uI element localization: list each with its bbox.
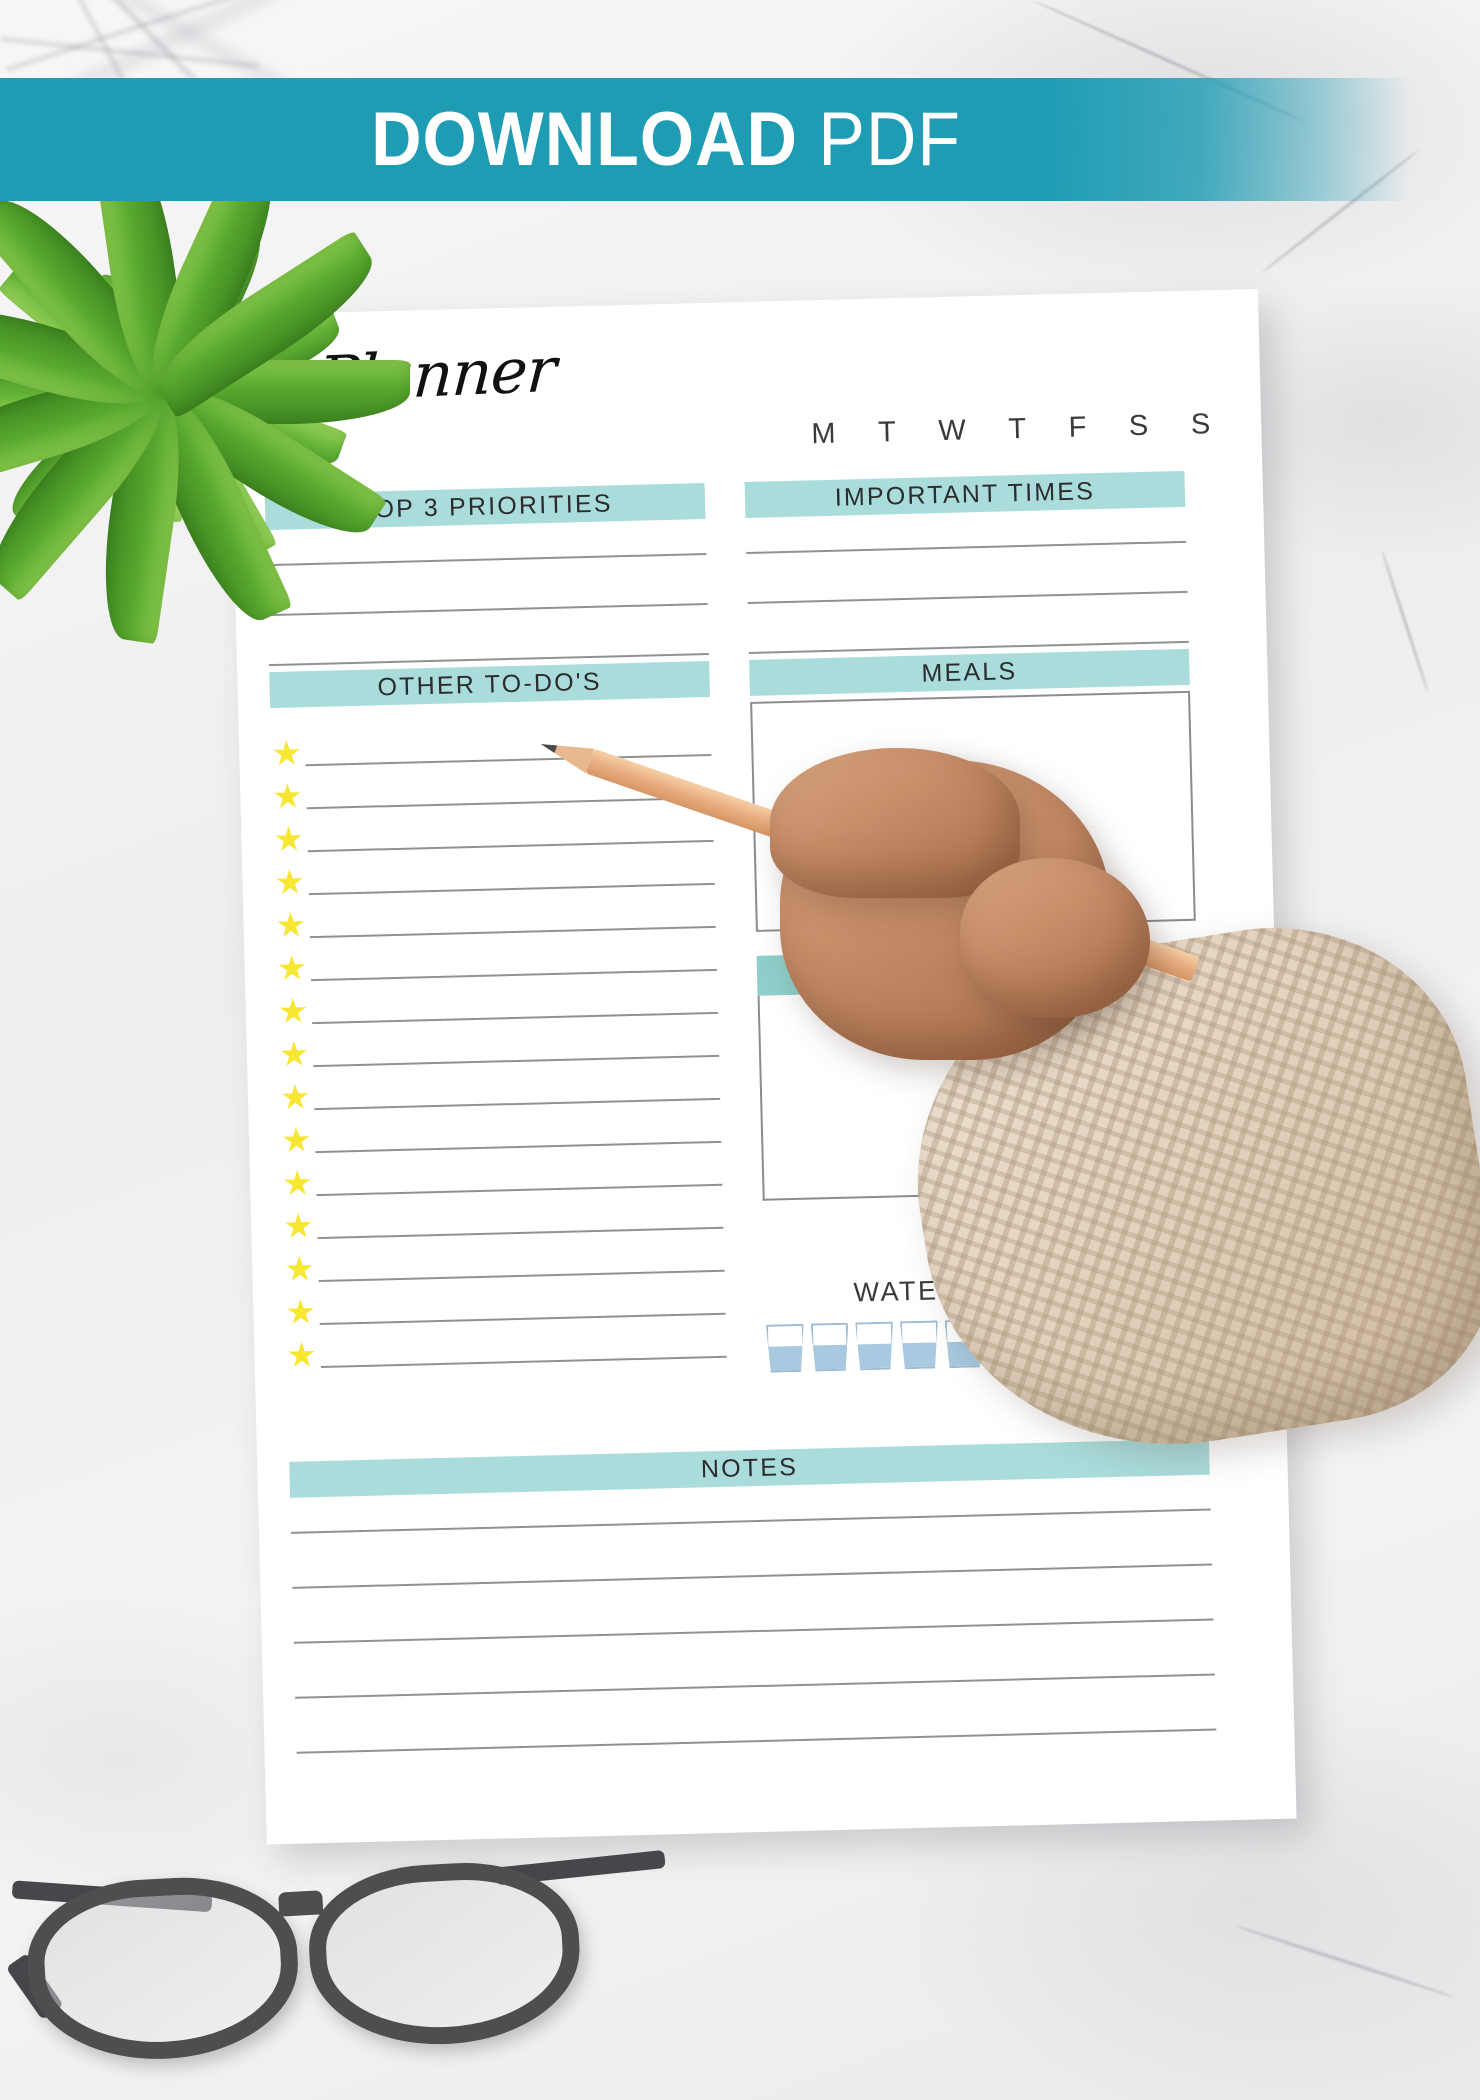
star-icon: ★: [279, 1078, 311, 1117]
write-line[interactable]: [267, 602, 708, 617]
plant-leaf: [0, 366, 160, 418]
notes-lines: [290, 1508, 1217, 1754]
star-icon: ★: [282, 1207, 315, 1246]
section-header-notes: NOTES: [289, 1438, 1210, 1498]
water-glass-icon[interactable]: [1034, 1317, 1073, 1366]
download-pdf-banner[interactable]: DOWNLOAD PDF: [0, 78, 1412, 201]
star-icon: ★: [284, 1293, 317, 1332]
plant-leaf: [101, 387, 186, 584]
day-letter-sun: S: [1190, 408, 1212, 441]
write-line[interactable]: [290, 1508, 1211, 1534]
write-line[interactable]: [266, 553, 707, 567]
star-icon: ★: [276, 949, 308, 989]
star-icon: ★: [280, 1121, 313, 1160]
day-letter-sat: S: [1128, 409, 1150, 443]
top-priorities-lines: [266, 553, 709, 667]
section-meals: MEALS: [749, 648, 1203, 1201]
plant-leaf: [0, 372, 177, 535]
write-line[interactable]: [320, 1355, 727, 1369]
day-letter-fri: F: [1068, 411, 1088, 444]
star-icon: ★: [278, 1035, 310, 1074]
glasses-lens-right: [305, 1857, 585, 2051]
important-times-lines: [746, 540, 1189, 654]
marble-vein: [1380, 549, 1430, 694]
day-letter-tue: T: [877, 416, 898, 449]
meals-write-box-secondary[interactable]: [757, 984, 1203, 1201]
plant-leaf: [92, 387, 192, 645]
star-icon: ★: [277, 992, 309, 1031]
water-glass-icon[interactable]: [900, 1320, 939, 1369]
meals-write-box[interactable]: [750, 690, 1196, 932]
planner-title: Planner: [315, 332, 558, 416]
plant-leaf: [101, 200, 186, 397]
water-glass-icon[interactable]: [766, 1324, 805, 1373]
section-other-todos: OTHER TO-DO'S ★ ★ ★ ★ ★ ★ ★ ★ ★ ★ ★ ★ ★ ★ ★: [269, 660, 727, 1375]
section-notes: NOTES: [289, 1438, 1217, 1807]
plant-leaf: [0, 371, 185, 602]
write-line[interactable]: [747, 590, 1188, 604]
marble-vein: [1235, 1924, 1455, 1999]
day-letter-thu: T: [1007, 412, 1028, 446]
day-letter-mon: M: [810, 417, 837, 451]
banner-word-download: DOWNLOAD: [371, 96, 799, 182]
star-icon: ★: [283, 1250, 316, 1289]
plant-leaf: [45, 375, 174, 491]
water-glass-icon[interactable]: [989, 1318, 1028, 1367]
write-line[interactable]: [293, 1618, 1214, 1644]
water-glass-icon[interactable]: [945, 1319, 984, 1368]
plant-leaf: [0, 290, 170, 423]
star-icon: ★: [270, 734, 303, 774]
section-water-tracker: WATER TRACKER: [765, 1269, 1207, 1373]
water-glass-row: [766, 1314, 1207, 1373]
write-line[interactable]: [746, 540, 1187, 554]
star-icon: ★: [274, 863, 306, 903]
write-line[interactable]: [296, 1728, 1217, 1754]
plant-leaf: [0, 361, 170, 494]
planner-page: Planner M T W T F S S TOP 3 PRIORITIES I…: [228, 288, 1297, 1845]
plant-leaf: [139, 391, 183, 523]
day-letter-wed: W: [938, 414, 968, 448]
day-of-week-strip: M T W T F S S: [811, 408, 1212, 451]
write-line[interactable]: [295, 1673, 1215, 1699]
water-glass-icon[interactable]: [811, 1323, 850, 1372]
section-header-important-times: IMPORTANT TIMES: [744, 470, 1186, 519]
water-glass-icon[interactable]: [1123, 1315, 1162, 1364]
todo-list: ★ ★ ★ ★ ★ ★ ★ ★ ★ ★ ★ ★ ★ ★ ★: [270, 717, 727, 1375]
plant-leaf: [0, 182, 185, 413]
plant-leaf: [28, 343, 165, 413]
banner-word-pdf: PDF: [818, 96, 962, 182]
section-header-water-tracker: WATER TRACKER: [853, 1270, 1117, 1308]
glasses-bridge: [278, 1890, 324, 1917]
scene-background: Planner M T W T F S S TOP 3 PRIORITIES I…: [0, 0, 1480, 2100]
water-glass-icon[interactable]: [1168, 1314, 1207, 1363]
water-glass-icon[interactable]: [1079, 1316, 1118, 1365]
star-icon: ★: [272, 820, 305, 860]
water-glass-icon[interactable]: [855, 1322, 894, 1371]
star-icon: ★: [275, 906, 307, 946]
plant-leaf: [140, 265, 235, 401]
star-icon: ★: [271, 777, 304, 817]
star-icon: ★: [286, 1336, 318, 1375]
eyeglasses: [4, 1833, 666, 2096]
banner-text: DOWNLOAD PDF: [372, 101, 1041, 178]
section-header-top-priorities: TOP 3 PRIORITIES: [264, 483, 706, 531]
write-line[interactable]: [292, 1563, 1213, 1589]
star-icon: ★: [281, 1164, 314, 1203]
plant-leaf: [83, 266, 179, 402]
plant-leaf: [0, 249, 177, 412]
